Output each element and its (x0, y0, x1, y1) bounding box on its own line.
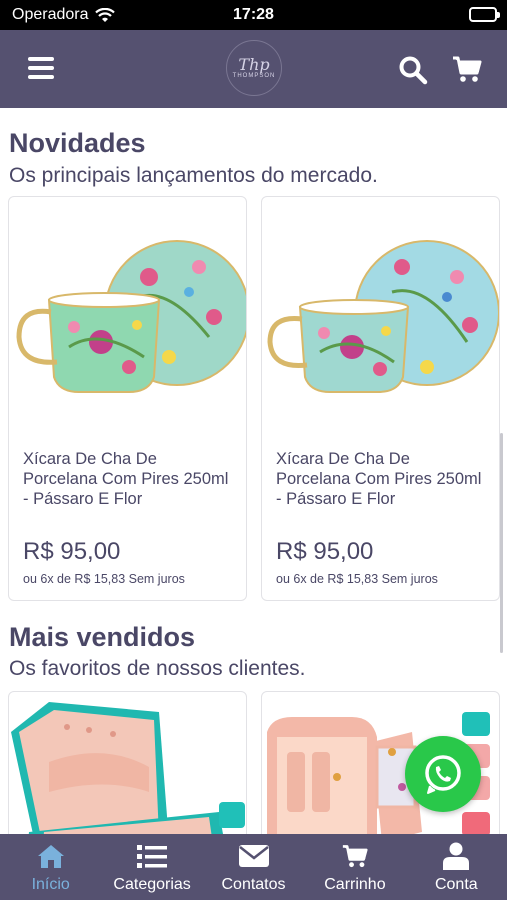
logo-text: THOMPSON (232, 73, 276, 79)
nav-label: Contatos (221, 876, 286, 893)
logo-mark: Thp (238, 55, 270, 74)
menu-icon-bar (28, 57, 54, 61)
nav-item-inicio[interactable]: Início (0, 834, 101, 900)
cart-icon[interactable] (452, 54, 482, 84)
menu-icon-bar (28, 66, 54, 70)
nav-item-categorias[interactable]: Categorias (101, 834, 202, 900)
brand-logo[interactable]: Thp THOMPSON (226, 40, 282, 96)
search-icon[interactable] (398, 55, 428, 85)
product-card[interactable]: Xícara De Cha De Porcelana Com Pires 250… (261, 196, 500, 601)
section-title-mais-vendidos: Mais vendidos (9, 622, 196, 652)
nav-label: Categorias (113, 876, 191, 893)
whatsapp-icon (425, 755, 461, 794)
menu-icon-bar (28, 75, 54, 79)
wifi-icon (94, 7, 115, 22)
list-icon (137, 845, 168, 868)
product-price: R$ 95,00 (23, 538, 121, 565)
home-icon (37, 845, 64, 868)
cart-icon (342, 845, 368, 868)
user-icon (443, 842, 470, 870)
carrier-label: Operadora (12, 6, 89, 23)
app-header: Thp THOMPSON (0, 30, 507, 108)
section-title-novidades: Novidades (9, 128, 146, 158)
content-scroll[interactable]: Novidades Os principais lançamentos do m… (0, 108, 507, 834)
nav-label: Conta (434, 876, 478, 893)
product-name[interactable]: Xícara De Cha De Porcelana Com Pires 250… (23, 449, 235, 509)
nav-item-carrinho[interactable]: Carrinho (304, 834, 405, 900)
nav-label: Carrinho (324, 876, 386, 893)
product-price: R$ 95,00 (276, 538, 374, 565)
product-card[interactable]: Xícara De Cha De Porcelana Com Pires 250… (8, 196, 247, 601)
battery-icon (469, 7, 500, 22)
bottom-nav: Início Categorias Contatos Carrinho Cont… (0, 834, 507, 900)
menu-button[interactable] (28, 57, 54, 79)
section-subtitle-mais-vendidos: Os favoritos de nossos clientes. (9, 657, 306, 680)
scrollbar[interactable] (500, 433, 503, 653)
product-image (11, 702, 245, 834)
whatsapp-button[interactable] (405, 736, 481, 812)
status-left: Operadora (12, 6, 212, 24)
nav-item-contatos[interactable]: Contatos (203, 834, 304, 900)
product-installments: ou 6x de R$ 15,83 Sem juros (276, 572, 438, 586)
product-image (267, 240, 499, 393)
envelope-icon (238, 845, 269, 867)
section-subtitle-novidades: Os principais lançamentos do mercado. (9, 164, 378, 187)
nav-item-conta[interactable]: Conta (406, 834, 507, 900)
status-bar: Operadora 17:28 (0, 0, 507, 30)
product-installments: ou 6x de R$ 15,83 Sem juros (23, 572, 185, 586)
product-image (16, 240, 246, 393)
product-name[interactable]: Xícara De Cha De Porcelana Com Pires 250… (276, 449, 488, 509)
product-card[interactable] (8, 691, 247, 834)
nav-label: Início (31, 876, 70, 893)
